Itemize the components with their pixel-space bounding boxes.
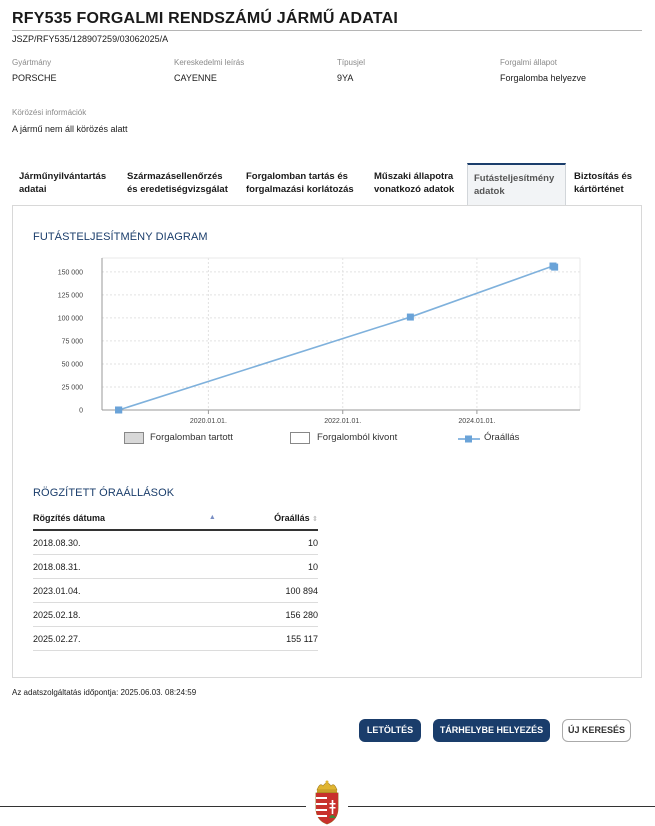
footer-rule-right [348, 806, 655, 807]
y-tick-label: 100 000 [58, 315, 83, 322]
tab-label: kártörténet [574, 184, 624, 195]
row-date: 2025.02.27. [33, 626, 218, 651]
status-label: Forgalmi állapot [500, 58, 557, 67]
footer-rule-left [0, 806, 306, 807]
row-value: 10 [217, 554, 318, 579]
row-value: 156 280 [217, 602, 318, 627]
mileage-chart: 0 25 000 50 000 75 000 100 000 125 000 150 000… [58, 257, 581, 425]
title-divider [12, 30, 642, 31]
reference-number: JSZP/RFY535/128907259/03062025/A [12, 34, 169, 44]
data-point [406, 313, 414, 321]
download-button[interactable]: LETÖLTÉS [359, 719, 421, 742]
records-table: Rögzítés dátuma ▲ Óraállás ⇕ 2018.08.30.… [33, 507, 318, 651]
legend-swatch-in-traffic [124, 432, 144, 444]
diagram-title: FUTÁSTELJESÍTMÉNY DIAGRAM [33, 231, 208, 243]
data-timestamp: Az adatszolgáltatás időpontja: 2025.06.0… [12, 688, 197, 697]
commercial-value: CAYENNE [174, 73, 217, 83]
row-date: 2018.08.31. [33, 554, 218, 579]
tab-registry[interactable]: Járműnyilvántartás adatai [19, 163, 124, 204]
legend-withdrawn: Forgalomból kivont [317, 432, 398, 443]
legend-odometer: Óraállás [484, 432, 520, 443]
table-row: 2023.01.04. 100 894 [33, 578, 318, 603]
table-row: 2018.08.31. 10 [33, 554, 318, 579]
data-point [551, 263, 559, 271]
commercial-label: Kereskedelmi leírás [174, 58, 245, 67]
manufacturer-label: Gyártmány [12, 58, 52, 67]
y-tick-label: 150 000 [58, 269, 83, 276]
tab-label: Forgalomban tartás és [246, 171, 348, 182]
tab-label: vonatkozó adatok [374, 184, 455, 195]
tab-technical[interactable]: Műszaki állapotra vonatkozó adatok [374, 163, 469, 204]
tab-label: Járműnyilvántartás [19, 171, 107, 182]
legend-in-traffic: Forgalomban tartott [150, 432, 233, 443]
coat-of-arms-icon [315, 780, 339, 825]
col-value-header[interactable]: Óraállás ⇕ [217, 507, 318, 531]
table-row: 2018.08.30. 10 [33, 530, 318, 555]
y-tick-label: 25 000 [62, 384, 84, 391]
y-tick-label: 0 [79, 408, 83, 415]
wanted-value: A jármű nem áll körözés alatt [12, 124, 128, 134]
row-value: 100 894 [217, 578, 318, 603]
y-tick-label: 50 000 [62, 361, 84, 368]
status-value: Forgalomba helyezve [500, 73, 587, 83]
legend-swatch-odometer [458, 435, 480, 443]
y-tick-label: 75 000 [62, 338, 84, 345]
wanted-label: Körözési információk [12, 108, 87, 117]
page-title: RFY535 FORGALMI RENDSZÁMÚ JÁRMŰ ADATAI [12, 10, 398, 27]
tab-label: Műszaki állapotra [374, 171, 454, 182]
x-tick-label: 2020.01.01. [190, 418, 227, 425]
row-date: 2025.02.18. [33, 602, 218, 627]
records-title: RÖGZÍTETT ÓRAÁLLÁSOK [33, 487, 175, 499]
x-tick-label: 2024.01.01. [458, 418, 495, 425]
tab-label: Biztosítás és [574, 171, 633, 182]
store-button[interactable]: TÁRHELYBE HELYEZÉS [433, 719, 550, 742]
row-date: 2018.08.30. [33, 530, 218, 555]
tab-traffic[interactable]: Forgalomban tartás és forgalmazási korlá… [246, 163, 371, 204]
series-line [118, 265, 556, 411]
tab-bar: Járműnyilvántartás adatai Származásellen… [12, 163, 642, 206]
manufacturer-value: PORSCHE [12, 73, 57, 83]
col-date-header[interactable]: Rögzítés dátuma ▲ [33, 507, 218, 531]
y-tick-label: 125 000 [58, 292, 83, 299]
x-tick-label: 2022.01.01. [324, 418, 361, 425]
tab-mileage[interactable]: Futásteljesítmény adatok [467, 163, 566, 206]
tab-label: Futásteljesítmény [474, 173, 555, 184]
type-value: 9YA [337, 73, 354, 83]
tab-label: és eredetiségvizsgálat [127, 184, 228, 195]
sort-asc-icon: ▲ [208, 514, 216, 521]
tab-origin[interactable]: Származásellenőrzés és eredetiségvizsgál… [127, 163, 247, 204]
table-row: 2025.02.27. 155 117 [33, 626, 318, 651]
row-value: 155 117 [217, 626, 318, 651]
table-row: 2025.02.18. 156 280 [33, 602, 318, 627]
tab-label: Származásellenőrzés [127, 171, 223, 182]
new-search-button[interactable]: ÚJ KERESÉS [562, 719, 631, 742]
tab-label: adatai [19, 184, 47, 195]
type-label: Típusjel [337, 58, 366, 67]
sort-icon: ⇕ [312, 516, 318, 523]
tab-label: forgalmazási korlátozás [246, 184, 354, 195]
col-date-label: Rögzítés dátuma [33, 513, 106, 523]
tab-insurance[interactable]: Biztosítás és kártörténet [574, 163, 640, 204]
legend-swatch-withdrawn [290, 432, 310, 444]
data-point [115, 406, 123, 414]
row-value: 10 [217, 530, 318, 555]
tab-label: adatok [474, 186, 505, 197]
col-value-label: Óraállás [274, 513, 310, 523]
row-date: 2023.01.04. [33, 578, 218, 603]
